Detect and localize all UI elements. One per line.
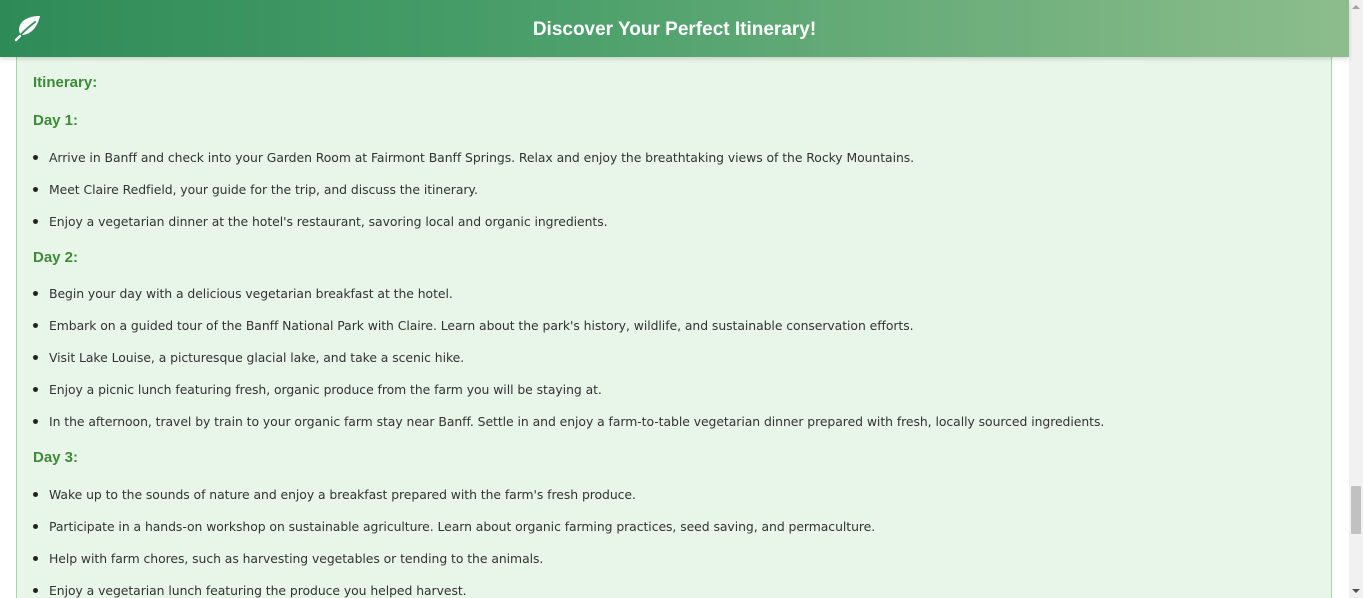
- list-item: Enjoy a picnic lunch featuring fresh, or…: [33, 382, 602, 399]
- vertical-scrollbar[interactable]: [1349, 0, 1363, 598]
- bullet-icon: [33, 187, 38, 192]
- list-item: Visit Lake Louise, a picturesque glacial…: [33, 350, 464, 367]
- bullet-icon: [33, 556, 38, 561]
- page-title: Discover Your Perfect Itinerary!: [532, 19, 817, 40]
- scrollbar-thumb[interactable]: [1351, 486, 1361, 534]
- bullet-icon: [33, 219, 38, 224]
- list-item-text: Visit Lake Louise, a picturesque glacial…: [49, 350, 465, 365]
- list-item: Enjoy a vegetarian lunch featuring the p…: [33, 583, 467, 598]
- list-item: Wake up to the sounds of nature and enjo…: [33, 487, 636, 504]
- list-item-text: Enjoy a vegetarian lunch featuring the p…: [49, 583, 467, 598]
- list-item: Embark on a guided tour of the Banff Nat…: [33, 318, 914, 335]
- list-item-text: Enjoy a picnic lunch featuring fresh, or…: [49, 382, 602, 397]
- list-item: Enjoy a vegetarian dinner at the hotel's…: [33, 214, 608, 231]
- list-item-text: Enjoy a vegetarian dinner at the hotel's…: [49, 214, 608, 229]
- bullet-icon: [33, 524, 38, 529]
- header-bar: Discover Your Perfect Itinerary!: [0, 0, 1349, 57]
- list-item-text: Help with farm chores, such as harvestin…: [49, 551, 544, 566]
- day-3-heading: Day 3:: [33, 449, 79, 466]
- bullet-icon: [33, 492, 38, 497]
- bullet-icon: [33, 323, 38, 328]
- day-1-heading: Day 1:: [33, 112, 79, 129]
- chevron-up-icon: [1352, 5, 1360, 9]
- bullet-icon: [33, 387, 38, 392]
- list-item-text: Participate in a hands-on workshop on su…: [49, 519, 876, 534]
- bullet-icon: [33, 588, 38, 593]
- bullet-icon: [33, 355, 38, 360]
- list-item: In the afternoon, travel by train to you…: [33, 414, 1104, 431]
- list-item: Participate in a hands-on workshop on su…: [33, 519, 875, 536]
- list-item-text: Wake up to the sounds of nature and enjo…: [49, 487, 636, 502]
- itinerary-heading: Itinerary:: [33, 74, 98, 91]
- list-item: Help with farm chores, such as harvestin…: [33, 551, 543, 568]
- list-item: Begin your day with a delicious vegetari…: [33, 286, 453, 303]
- scroll-up-button[interactable]: [1349, 0, 1363, 14]
- list-item: Arrive in Banff and check into your Gard…: [33, 150, 914, 167]
- list-item: Meet Claire Redfield, your guide for the…: [33, 182, 478, 199]
- list-item-text: Meet Claire Redfield, your guide for the…: [49, 182, 478, 197]
- list-item-text: Embark on a guided tour of the Banff Nat…: [49, 318, 914, 333]
- scroll-down-button[interactable]: [1349, 584, 1363, 598]
- bullet-icon: [33, 155, 38, 160]
- list-item-text: Begin your day with a delicious vegetari…: [49, 286, 453, 301]
- bullet-icon: [33, 419, 38, 424]
- list-item-text: In the afternoon, travel by train to you…: [49, 414, 1105, 429]
- chevron-down-icon: [1352, 589, 1360, 593]
- list-item-text: Arrive in Banff and check into your Gard…: [49, 150, 915, 165]
- day-2-heading: Day 2:: [33, 249, 79, 266]
- itinerary-panel: Itinerary: Day 1: Arrive in Banff and ch…: [16, 57, 1332, 598]
- bullet-icon: [33, 291, 38, 296]
- page: Discover Your Perfect Itinerary! Itinera…: [0, 0, 1363, 598]
